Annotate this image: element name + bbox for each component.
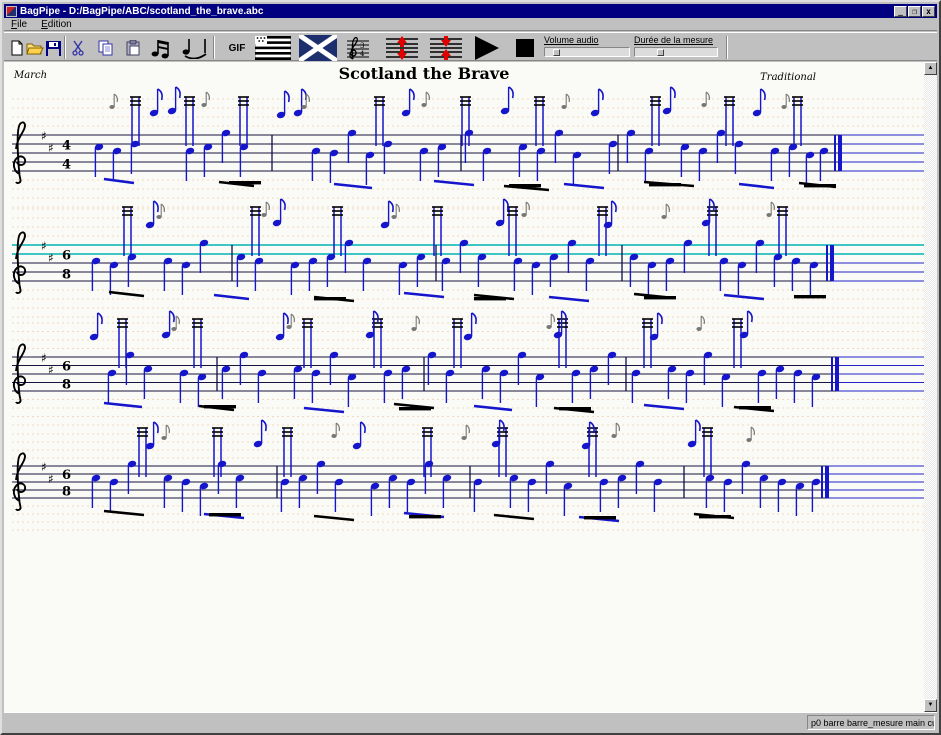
beamed-notes-button[interactable] <box>150 36 176 60</box>
measure-duration-slider[interactable] <box>634 47 718 57</box>
composer-label: Traditional <box>760 72 816 83</box>
score-svg: ♯♯ 44♯♯ 68♯♯ 68♯♯ 68 <box>12 86 928 531</box>
svg-text:6: 6 <box>62 248 71 263</box>
volume-slider-thumb[interactable] <box>553 49 560 56</box>
staff-clef-icon: 3 4 <box>347 36 369 60</box>
copy-icon <box>98 40 113 56</box>
save-icon <box>45 40 61 56</box>
svg-text:6: 6 <box>62 360 71 375</box>
score-area[interactable]: ♯ ♯ 4 4 ♯ ♯ 6 8 ♯ ♯ 6 8 ♯ ♯ 6 8 Scotland the Brave Marc… <box>4 62 937 712</box>
status-bar: p0 barre barre_mesure main current <box>4 712 937 731</box>
gif-export-button[interactable]: GIF <box>222 36 252 60</box>
svg-text:4: 4 <box>62 157 71 172</box>
paste-button[interactable] <box>125 36 143 60</box>
toolbar-separator <box>213 36 215 59</box>
volume-slider[interactable] <box>544 47 630 57</box>
svg-text:♯: ♯ <box>41 239 47 253</box>
close-button[interactable]: x <box>922 5 935 17</box>
svg-text:8: 8 <box>62 377 71 392</box>
menu-file[interactable]: File <box>4 18 34 31</box>
status-message: p0 barre barre_mesure main current <box>807 715 935 730</box>
toolbar-separator <box>64 36 66 59</box>
beamed-notes-icon <box>151 40 169 59</box>
svg-text:♯: ♯ <box>41 129 47 143</box>
svg-text:♯: ♯ <box>48 472 54 486</box>
app-window: BagPipe - D:/BagPipe/ABC/scotland_the_br… <box>0 0 941 735</box>
copy-button[interactable] <box>97 36 115 60</box>
svg-text:♯: ♯ <box>48 141 54 155</box>
title-bar[interactable]: BagPipe - D:/BagPipe/ABC/scotland_the_br… <box>4 4 937 18</box>
scroll-down-button[interactable]: ▼ <box>924 699 937 712</box>
volume-slider-group: Volume audio <box>544 35 630 57</box>
vertical-scrollbar[interactable]: ▲ ▼ <box>924 62 937 712</box>
scotland-flag-button[interactable] <box>298 35 338 61</box>
toolbar: GIF 3 4 Volume audio Durée de la mesure <box>4 32 937 61</box>
gif-button-label: GIF <box>228 42 246 54</box>
open-folder-icon <box>26 43 44 55</box>
svg-text:8: 8 <box>62 485 71 500</box>
svg-text:3: 3 <box>360 42 364 50</box>
note-tie-button[interactable] <box>181 36 209 60</box>
expand-staff-button[interactable] <box>384 36 420 60</box>
sheet-header: Scotland the Brave March Traditional <box>4 64 926 86</box>
menu-bar: File Edition <box>4 18 937 31</box>
tune-title: Scotland the Brave <box>338 64 510 83</box>
staff-clef-button[interactable]: 3 4 <box>344 36 372 60</box>
app-icon <box>6 5 17 17</box>
svg-text:♯: ♯ <box>41 351 47 365</box>
brittany-flag-icon <box>255 36 291 60</box>
stop-button[interactable] <box>512 36 538 60</box>
open-file-button[interactable] <box>26 36 44 60</box>
compress-staff-spacing-icon <box>430 36 462 60</box>
cut-icon <box>72 40 84 56</box>
svg-text:4: 4 <box>360 50 365 58</box>
new-file-icon <box>11 40 23 56</box>
minimize-button[interactable]: _ <box>894 5 907 17</box>
svg-text:♯: ♯ <box>48 251 54 265</box>
toolbar-separator <box>726 36 728 59</box>
paste-icon <box>126 40 140 56</box>
note-tie-icon <box>182 39 207 59</box>
svg-text:♯: ♯ <box>48 363 54 377</box>
stop-icon <box>516 39 534 57</box>
menu-edition[interactable]: Edition <box>34 18 79 31</box>
scroll-up-button[interactable]: ▲ <box>924 62 937 75</box>
expand-staff-spacing-icon <box>386 36 418 60</box>
measure-duration-label: Durée de la mesure <box>634 35 714 45</box>
measure-slider-group: Durée de la mesure <box>634 35 720 57</box>
volume-label: Volume audio <box>544 35 599 45</box>
cut-button[interactable] <box>69 36 87 60</box>
measure-slider-thumb[interactable] <box>657 49 664 56</box>
compress-staff-button[interactable] <box>428 36 464 60</box>
save-button[interactable] <box>45 36 61 60</box>
svg-text:♯: ♯ <box>41 460 47 474</box>
scotland-flag-icon <box>299 35 337 61</box>
play-button[interactable] <box>467 36 505 60</box>
brittany-flag-button[interactable] <box>254 36 292 60</box>
svg-text:6: 6 <box>62 468 71 483</box>
play-icon <box>475 36 499 60</box>
window-title: BagPipe - D:/BagPipe/ABC/scotland_the_br… <box>20 5 264 17</box>
restore-button[interactable]: ❐ <box>908 5 921 17</box>
rhythm-label: March <box>14 70 48 81</box>
svg-text:8: 8 <box>62 267 71 282</box>
new-file-button[interactable] <box>9 36 25 60</box>
svg-text:4: 4 <box>62 138 71 153</box>
